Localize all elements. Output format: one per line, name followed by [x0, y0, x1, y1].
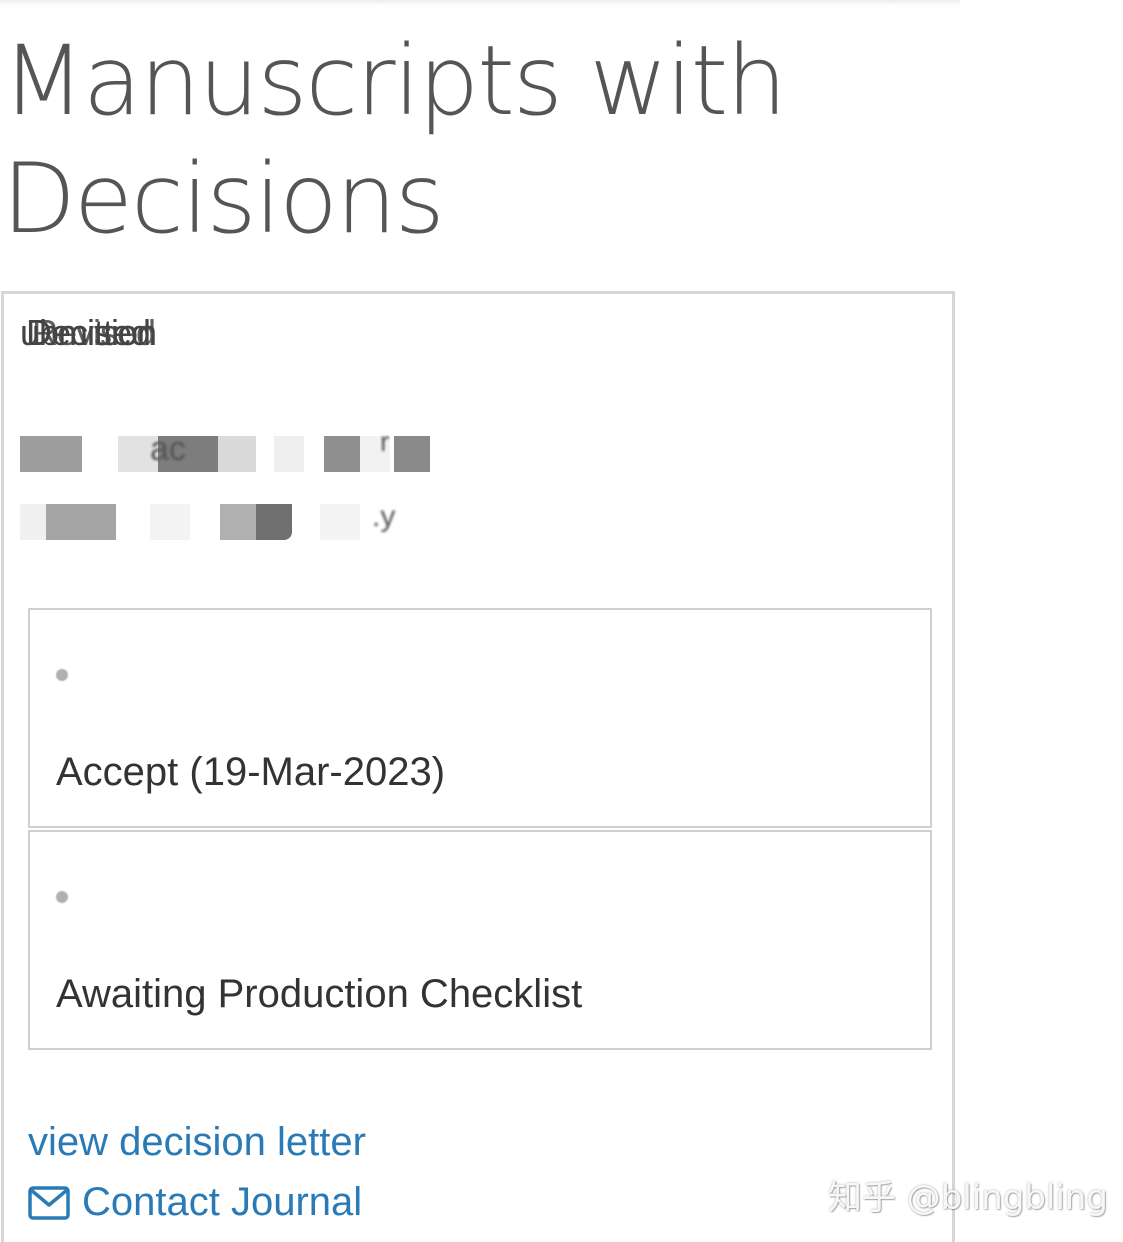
manuscript-card: ubmitted Decision Revised ac r .y Accept… — [1, 291, 955, 1242]
watermark: 知乎 @blingbling — [828, 1178, 1109, 1218]
redaction-block — [20, 504, 46, 540]
status-history-text: Accept (19-Mar-2023) — [56, 750, 446, 794]
page-title: Manuscripts with Decisions — [2, 25, 787, 255]
header-shadow — [0, 0, 960, 6]
redaction-block — [220, 504, 256, 540]
redacted-manuscript-info: .y — [20, 500, 440, 540]
redaction-block — [218, 436, 256, 472]
redacted-fragment: r — [380, 426, 390, 457]
contact-journal-label: Contact Journal — [82, 1180, 363, 1224]
redaction-block — [320, 504, 360, 540]
redaction-block — [324, 436, 360, 472]
manuscript-status-overlap: ubmitted Decision Revised — [20, 312, 320, 353]
redaction-block — [46, 504, 116, 540]
redaction-block — [150, 504, 190, 540]
redacted-fragment: .y — [372, 500, 396, 533]
redaction-block — [274, 436, 304, 472]
redacted-manuscript-title: ac r — [20, 426, 440, 472]
status-dot-icon — [56, 891, 68, 903]
status-text-revised: Revised — [32, 312, 156, 353]
status-history-item: Accept (19-Mar-2023) — [28, 608, 932, 828]
redacted-fragment: ac — [150, 430, 186, 468]
contact-journal-link[interactable]: Contact Journal — [28, 1180, 362, 1225]
redaction-block — [394, 436, 430, 472]
status-history-text: Awaiting Production Checklist — [56, 972, 583, 1016]
view-decision-letter-link[interactable]: view decision letter — [28, 1120, 366, 1165]
status-dot-icon — [56, 669, 68, 681]
status-history-item: Awaiting Production Checklist — [28, 830, 932, 1050]
redaction-block — [256, 504, 292, 540]
envelope-icon — [28, 1185, 70, 1220]
redaction-block — [20, 436, 82, 472]
